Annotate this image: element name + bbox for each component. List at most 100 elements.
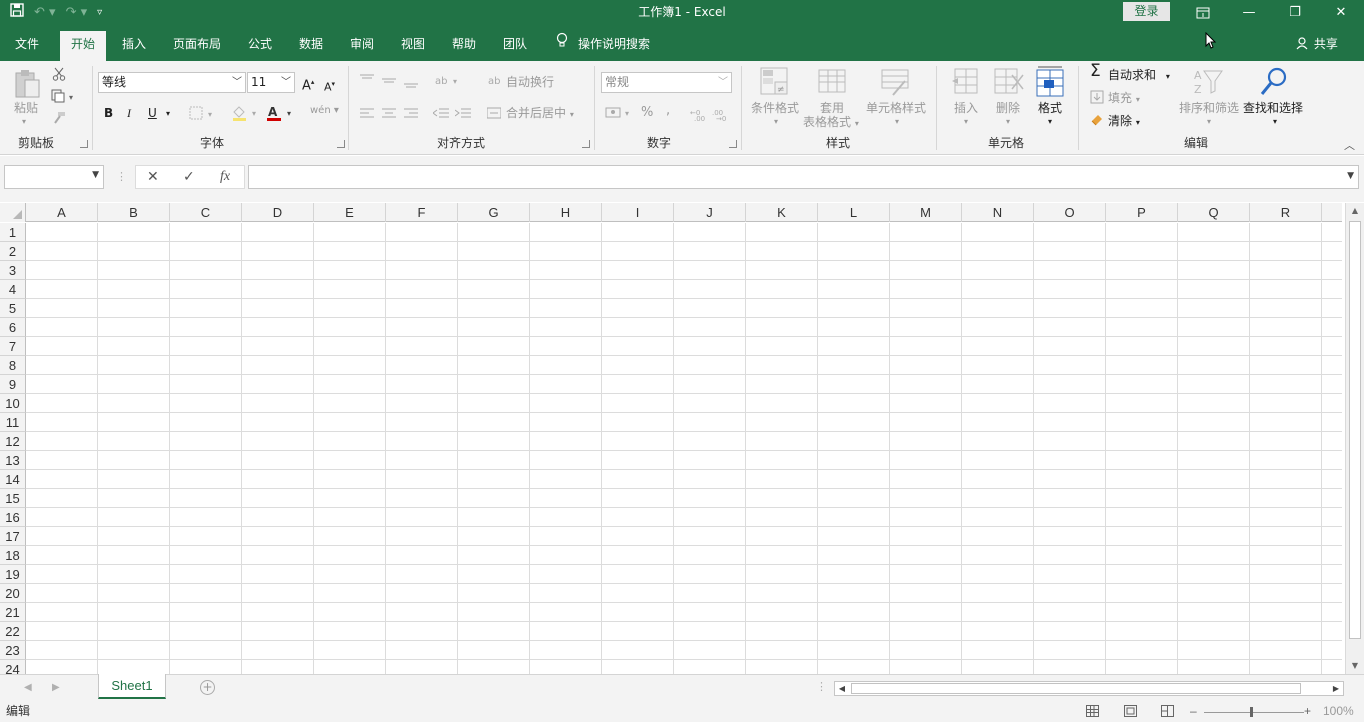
collapse-ribbon-icon[interactable]: ︿: [1344, 139, 1355, 153]
orientation-icon[interactable]: ab ▾: [432, 72, 462, 88]
close-icon[interactable]: ✕: [1318, 0, 1364, 25]
decrease-indent-icon[interactable]: [432, 106, 450, 120]
row-header[interactable]: 12: [0, 432, 26, 451]
column-header[interactable]: Q: [1178, 203, 1250, 222]
format-as-table-label-1[interactable]: 套用: [820, 101, 844, 115]
column-header[interactable]: D: [242, 203, 314, 222]
row-header[interactable]: 5: [0, 299, 26, 318]
merge-center-button[interactable]: 合并后居中 ▾: [506, 106, 574, 122]
column-header[interactable]: L: [818, 203, 890, 222]
bold-button[interactable]: B: [104, 106, 113, 120]
column-header[interactable]: G: [458, 203, 530, 222]
page-break-preview-icon[interactable]: [1161, 705, 1174, 717]
comma-style-button[interactable]: ,: [666, 104, 670, 118]
column-header[interactable]: K: [746, 203, 818, 222]
format-as-table-icon[interactable]: [818, 67, 848, 97]
increase-indent-icon[interactable]: [454, 106, 472, 120]
column-header[interactable]: H: [530, 203, 602, 222]
borders-icon[interactable]: ▾: [188, 105, 218, 121]
clear-button[interactable]: 清除 ▾: [1108, 114, 1140, 130]
row-header[interactable]: 15: [0, 489, 26, 508]
login-button[interactable]: 登录: [1123, 2, 1170, 21]
fill-color-icon[interactable]: ▾: [230, 104, 262, 122]
tab-split-handle[interactable]: ⋮: [816, 680, 827, 693]
increase-font-size-button[interactable]: A▴: [302, 75, 314, 93]
conditional-formatting-button[interactable]: 条件格式: [751, 101, 799, 115]
restore-icon[interactable]: ❐: [1272, 0, 1318, 25]
tab-view[interactable]: 视图: [392, 31, 434, 61]
row-header[interactable]: 19: [0, 565, 26, 584]
paste-dropdown-icon[interactable]: ▾: [22, 115, 26, 129]
italic-button[interactable]: I: [127, 106, 131, 120]
chevron-down-icon[interactable]: ▼: [92, 170, 99, 180]
add-sheet-icon[interactable]: +: [200, 680, 215, 695]
next-sheet-icon[interactable]: ▶: [52, 679, 60, 697]
eraser-icon[interactable]: [1090, 112, 1104, 126]
align-right-icon[interactable]: [402, 106, 420, 120]
chevron-down-icon[interactable]: ▼: [1347, 171, 1354, 181]
increase-decimal-icon[interactable]: ←0.00: [690, 104, 706, 122]
normal-view-icon[interactable]: [1086, 705, 1099, 717]
tab-insert[interactable]: 插入: [113, 31, 155, 61]
row-header[interactable]: 9: [0, 375, 26, 394]
minimize-icon[interactable]: —: [1226, 0, 1272, 25]
number-format-combo[interactable]: 常规 ﹀: [601, 72, 732, 93]
wrap-text-icon[interactable]: ab: [488, 73, 502, 87]
cut-icon[interactable]: [50, 66, 68, 82]
column-header[interactable]: B: [98, 203, 170, 222]
paste-icon[interactable]: [12, 67, 42, 101]
vertical-scroll-thumb[interactable]: [1349, 221, 1361, 639]
format-cells-button[interactable]: 格式: [1038, 101, 1062, 115]
format-painter-icon[interactable]: [50, 110, 68, 126]
previous-sheet-icon[interactable]: ◀: [24, 679, 32, 697]
enter-icon[interactable]: ✓: [183, 165, 195, 189]
fill-down-icon[interactable]: [1090, 90, 1104, 104]
percent-style-button[interactable]: %: [641, 106, 653, 120]
decrease-font-size-button[interactable]: A▾: [324, 77, 335, 95]
column-header[interactable]: I: [602, 203, 674, 222]
merge-center-icon[interactable]: [486, 106, 502, 120]
row-header[interactable]: 14: [0, 470, 26, 489]
align-bottom-icon[interactable]: [402, 76, 420, 90]
column-header[interactable]: C: [170, 203, 242, 222]
ribbon-display-options-icon[interactable]: [1180, 0, 1226, 25]
font-color-icon[interactable]: A ▾: [264, 104, 296, 122]
row-header[interactable]: 3: [0, 261, 26, 280]
tab-data[interactable]: 数据: [290, 31, 332, 61]
share-button[interactable]: 共享: [1296, 31, 1338, 57]
paste-label[interactable]: 粘贴: [14, 101, 38, 115]
tab-review[interactable]: 审阅: [341, 31, 383, 61]
scroll-left-icon[interactable]: ◀: [835, 682, 849, 695]
autosum-button[interactable]: 自动求和 ▾: [1108, 68, 1170, 84]
row-header[interactable]: 18: [0, 546, 26, 565]
row-header[interactable]: 21: [0, 603, 26, 622]
row-header[interactable]: 2: [0, 242, 26, 261]
font-size-combo[interactable]: 11 ﹀: [247, 72, 295, 93]
align-top-icon[interactable]: [358, 72, 376, 86]
page-layout-view-icon[interactable]: [1124, 705, 1137, 717]
horizontal-scroll-thumb[interactable]: [851, 683, 1301, 694]
font-launcher-icon[interactable]: [337, 140, 345, 148]
row-header[interactable]: 11: [0, 413, 26, 432]
cell-styles-icon[interactable]: [881, 67, 911, 97]
row-header[interactable]: 24: [0, 660, 26, 674]
column-header[interactable]: M: [890, 203, 962, 222]
scroll-right-icon[interactable]: ▶: [1329, 682, 1343, 695]
row-header[interactable]: 17: [0, 527, 26, 546]
align-middle-icon[interactable]: [380, 74, 398, 88]
underline-dropdown-icon[interactable]: ▾: [166, 107, 170, 121]
delete-cells-button[interactable]: 删除: [996, 101, 1020, 115]
tell-me-search[interactable]: 操作说明搜索: [556, 31, 650, 57]
align-left-icon[interactable]: [358, 106, 376, 120]
row-header[interactable]: 10: [0, 394, 26, 413]
insert-cells-button[interactable]: 插入: [954, 101, 978, 115]
scroll-down-icon[interactable]: ▼: [1346, 658, 1364, 674]
cell-area[interactable]: [26, 223, 1342, 674]
autosum-icon[interactable]: Σ: [1090, 63, 1101, 80]
select-all-button[interactable]: [0, 203, 26, 222]
format-as-table-button[interactable]: 表格格式 ▾: [803, 115, 859, 131]
column-header[interactable]: P: [1106, 203, 1178, 222]
insert-cells-icon[interactable]: [952, 67, 982, 97]
row-header[interactable]: 20: [0, 584, 26, 603]
vertical-scrollbar[interactable]: ▲ ▼: [1345, 203, 1364, 674]
